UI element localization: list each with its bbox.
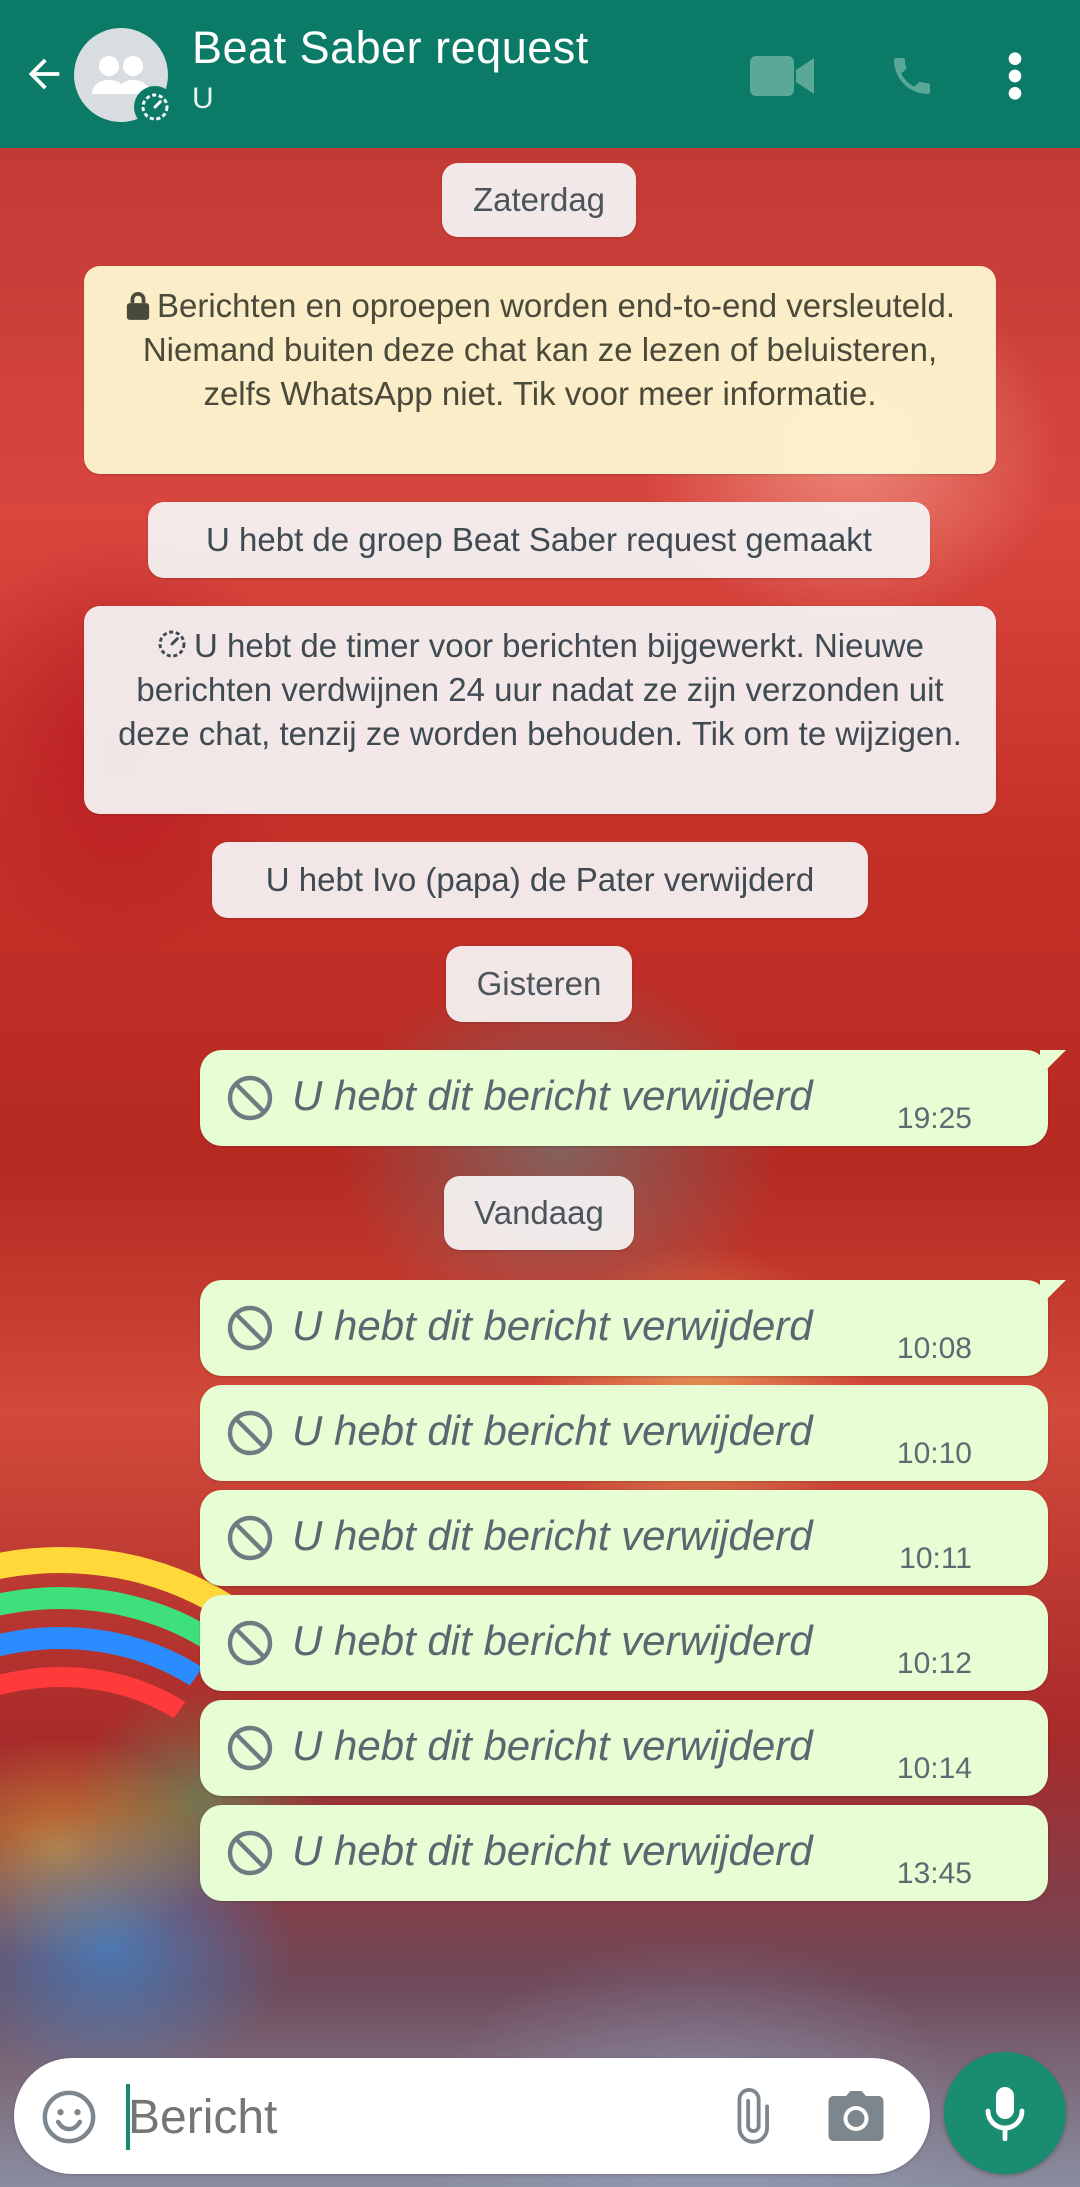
- deleted-message-icon: [227, 1515, 273, 1561]
- deleted-message-icon: [227, 1075, 273, 1121]
- message-text: U hebt dit bericht verwijderd: [292, 1617, 813, 1664]
- message-bubble[interactable]: U hebt dit bericht verwijderd 10:08: [200, 1280, 1066, 1376]
- date-chip-yesterday: Gisteren: [446, 946, 632, 1022]
- message-text: U hebt dit bericht verwijderd: [292, 1722, 813, 1769]
- more-vertical-icon: [1008, 52, 1022, 100]
- encryption-text: Berichten en oproepen worden end-to-end …: [142, 287, 956, 412]
- message-composer: [14, 2058, 930, 2174]
- message-text: U hebt dit bericht verwijderd: [292, 1407, 813, 1454]
- arrow-left-icon: [28, 58, 60, 90]
- message-time: 10:14: [896, 1752, 972, 1785]
- chat-title-area[interactable]: Beat Saber request U: [192, 22, 589, 116]
- message-text: U hebt dit bericht verwijderd: [292, 1302, 813, 1349]
- message-time: 13:45: [896, 1857, 972, 1890]
- deleted-message-icon: [227, 1725, 273, 1771]
- lock-icon: [126, 292, 150, 320]
- encryption-notice[interactable]: Berichten en oproepen worden end-to-end …: [84, 266, 996, 474]
- paperclip-icon[interactable]: [720, 2086, 780, 2146]
- message-bubble[interactable]: U hebt dit bericht verwijderd 10:12: [200, 1595, 1048, 1691]
- timer-icon: [158, 630, 186, 658]
- message-text: U hebt dit bericht verwijderd: [292, 1827, 813, 1874]
- message-bubble[interactable]: U hebt dit bericht verwijderd 10:10: [200, 1385, 1048, 1481]
- message-bubble[interactable]: U hebt dit bericht verwijderd 10:14: [200, 1700, 1048, 1796]
- disappearing-timer-badge: [134, 86, 176, 128]
- back-button[interactable]: [14, 44, 74, 104]
- group-created-notice: U hebt de groep Beat Saber request gemaa…: [148, 502, 930, 578]
- message-text: U hebt dit bericht verwijderd: [292, 1512, 813, 1559]
- date-chip-saturday: Zaterdag: [442, 163, 636, 237]
- message-time: 10:12: [896, 1647, 972, 1680]
- member-removed-notice: U hebt Ivo (papa) de Pater verwijderd: [212, 842, 868, 918]
- camera-icon[interactable]: [826, 2088, 886, 2144]
- chat-title: Beat Saber request: [192, 22, 589, 73]
- phone-icon: [894, 58, 930, 94]
- message-text: U hebt dit bericht verwijderd: [292, 1072, 813, 1119]
- timer-text: U hebt de timer voor berichten bijgewerk…: [118, 627, 962, 752]
- video-call-button[interactable]: [750, 44, 814, 108]
- timer-icon: [141, 93, 169, 121]
- deleted-message-icon: [227, 1620, 273, 1666]
- message-time: 10:10: [896, 1437, 972, 1470]
- message-input[interactable]: [128, 2088, 688, 2146]
- more-options-button[interactable]: [990, 44, 1040, 108]
- voice-call-button[interactable]: [880, 44, 944, 108]
- deleted-message-icon: [227, 1830, 273, 1876]
- message-bubble[interactable]: U hebt dit bericht verwijderd 10:11: [200, 1490, 1048, 1586]
- group-avatar[interactable]: [74, 28, 176, 128]
- message-time: 10:08: [896, 1332, 972, 1365]
- timer-notice[interactable]: U hebt de timer voor berichten bijgewerk…: [84, 606, 996, 814]
- message-time: 10:11: [899, 1542, 972, 1575]
- microphone-icon: [985, 2087, 1025, 2141]
- message-bubble[interactable]: U hebt dit bericht verwijderd 19:25: [200, 1050, 1066, 1146]
- chat-subtitle: U: [192, 82, 214, 115]
- emoji-icon[interactable]: [40, 2088, 98, 2146]
- message-bubble[interactable]: U hebt dit bericht verwijderd 13:45: [200, 1805, 1048, 1901]
- video-call-icon: [750, 56, 814, 96]
- date-chip-today: Vandaag: [444, 1176, 634, 1250]
- message-time: 19:25: [896, 1102, 972, 1135]
- deleted-message-icon: [227, 1305, 273, 1351]
- voice-message-button[interactable]: [944, 2052, 1066, 2174]
- chat-header: Beat Saber request U: [0, 0, 1080, 148]
- deleted-message-icon: [227, 1410, 273, 1456]
